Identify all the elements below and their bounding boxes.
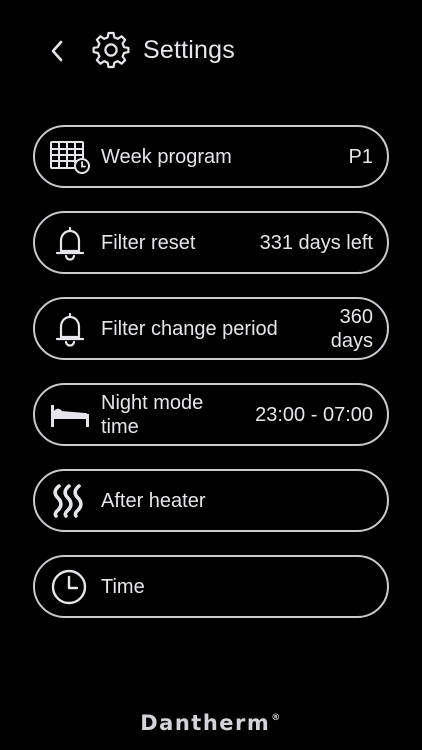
settings-menu: Week program P1 Filter reset 331 days le… xyxy=(33,125,389,641)
night-mode-time-item[interactable]: Night mode time 23:00 - 07:00 xyxy=(33,383,389,446)
night-mode-time-label: Night mode time xyxy=(101,391,204,438)
night-mode-time-value: 23:00 - 07:00 xyxy=(255,403,373,426)
bed-icon xyxy=(49,396,91,434)
back-button[interactable] xyxy=(40,34,74,68)
header: Settings xyxy=(0,0,422,100)
after-heater-label: After heater xyxy=(101,489,206,512)
week-program-label: Week program xyxy=(101,145,232,168)
filter-reset-value: 331 days left xyxy=(259,231,373,254)
time-label: Time xyxy=(101,575,145,598)
heat-waves-icon xyxy=(49,482,91,520)
time-item[interactable]: Time xyxy=(33,555,389,618)
week-program-value: P1 xyxy=(348,145,373,168)
chevron-left-icon xyxy=(51,40,63,62)
filter-reset-label: Filter reset xyxy=(101,231,196,254)
gear-icon xyxy=(92,31,130,69)
calendar-clock-icon xyxy=(49,138,91,176)
filter-reset-item[interactable]: Filter reset 331 days left xyxy=(33,211,389,274)
week-program-item[interactable]: Week program P1 xyxy=(33,125,389,188)
brand-logo: Dantherm® xyxy=(0,711,422,735)
after-heater-item[interactable]: After heater xyxy=(33,469,389,532)
filter-change-period-label: Filter change period xyxy=(101,317,278,340)
clock-icon xyxy=(49,568,91,606)
bell-icon xyxy=(49,310,91,348)
brand-mark: ® xyxy=(271,713,282,723)
brand-name: Dantherm xyxy=(140,711,271,735)
bell-icon xyxy=(49,224,91,262)
filter-change-period-value: 360 days xyxy=(330,305,373,352)
filter-change-period-item[interactable]: Filter change period 360 days xyxy=(33,297,389,360)
page-title: Settings xyxy=(143,36,235,64)
